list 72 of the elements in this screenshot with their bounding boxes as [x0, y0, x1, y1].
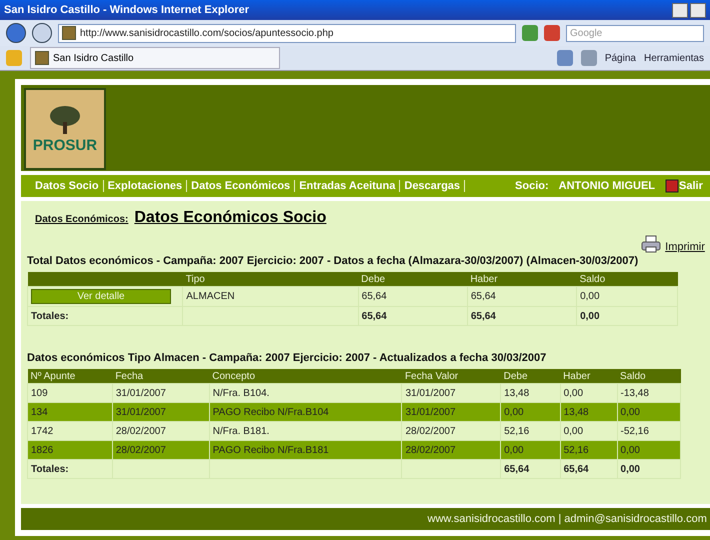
maximize-button[interactable]: [690, 2, 706, 18]
window-title: San Isidro Castillo - Windows Internet Explorer: [4, 4, 249, 16]
logo: PROSUR: [24, 88, 106, 170]
details-button[interactable]: Ver detalle: [31, 289, 171, 304]
column-header: Nº Apunte: [28, 369, 112, 384]
table-cell: 65,64: [467, 286, 577, 306]
column-header: Haber: [467, 272, 577, 286]
total-cell: 65,64: [560, 460, 618, 478]
table-cell: PAGO Recibo N/Fra.B181: [209, 440, 402, 460]
total-cell: 0,00: [576, 306, 678, 326]
table-cell: N/Fra. B104.: [209, 384, 402, 402]
table-cell: 31/01/2007: [112, 384, 210, 402]
nav-link[interactable]: Explotaciones: [104, 180, 188, 192]
table-cell: 65,64: [358, 286, 468, 306]
breadcrumb: Datos Económicos:: [35, 214, 128, 225]
address-field[interactable]: http://www.sanisidrocastillo.com/socios/apuntessocio.php: [58, 24, 516, 42]
table-cell: 1826: [28, 440, 112, 460]
total-label: Totales:: [28, 306, 183, 326]
site-icon: [35, 51, 49, 65]
minimize-button[interactable]: [672, 2, 688, 18]
table-cell: 28/02/2007: [402, 440, 501, 460]
total-label: Totales:: [28, 460, 112, 478]
table-cell: PAGO Recibo N/Fra.B104: [209, 402, 402, 422]
logout-icon[interactable]: [665, 179, 680, 193]
table-cell: 0,00: [500, 440, 560, 460]
tree-icon: [48, 104, 82, 134]
socio-label: Socio:: [515, 180, 549, 192]
column-header: Saldo: [617, 369, 680, 384]
logout-link[interactable]: Salir: [679, 180, 703, 192]
page-title: Datos Económicos Socio: [134, 209, 326, 227]
stop-button[interactable]: [544, 25, 560, 41]
table-cell: 0,00: [576, 286, 678, 306]
footer-text: www.sanisidrocastillo.com | admin@sanisidrocastillo.com: [428, 513, 707, 525]
column-header: Saldo: [576, 272, 678, 286]
site-icon: [62, 26, 76, 40]
table-cell: 28/02/2007: [112, 440, 210, 460]
nav-link[interactable]: Entradas Aceituna: [295, 180, 400, 192]
column-header: Concepto: [209, 369, 402, 384]
table-cell: 0,00: [617, 402, 680, 422]
toolbar-menu[interactable]: Página: [604, 52, 636, 64]
toolbar-menu[interactable]: Herramientas: [644, 52, 704, 64]
total-cell: 65,64: [467, 306, 577, 326]
forward-button[interactable]: [32, 23, 52, 43]
nav-link[interactable]: Datos Socio: [31, 180, 104, 192]
table-cell: 0,00: [617, 440, 680, 460]
table-cell: 31/01/2007: [112, 402, 210, 422]
nav-link[interactable]: Descargas: [400, 180, 466, 192]
browser-tab[interactable]: San Isidro Castillo: [30, 47, 280, 69]
user-name: ANTONIO MIGUEL: [558, 180, 656, 192]
section-title: Total Datos económicos - Campaña: 2007 Ejercicio: 2007 - Datos a fecha (Almazara-30/03/2007) (Almacen-30/03/2007): [27, 255, 640, 267]
print-link[interactable]: Imprimir: [665, 241, 705, 253]
table-cell: 52,16: [560, 440, 618, 460]
nav-link[interactable]: Datos Económicos: [187, 180, 296, 192]
back-button[interactable]: [6, 23, 26, 43]
section-title: Datos económicos Tipo Almacen - Campaña: 2007 Ejercicio: 2007 - Actualizados a fecha 30/03/2007: [27, 352, 548, 364]
column-header: Haber: [560, 369, 618, 384]
table-cell: 31/01/2007: [402, 384, 501, 402]
column-header: Debe: [500, 369, 560, 384]
table-cell: ALMACEN: [182, 286, 358, 306]
column-header: Tipo: [182, 272, 358, 286]
column-header: Fecha: [112, 369, 210, 384]
total-cell: 0,00: [617, 460, 680, 478]
total-cell: 65,64: [500, 460, 560, 478]
table-cell: 31/01/2007: [402, 402, 501, 422]
total-cell: 65,64: [358, 306, 468, 326]
table-cell: 13,48: [560, 402, 618, 422]
column-header: Debe: [358, 272, 468, 286]
column-header: Fecha Valor: [402, 369, 501, 384]
table-cell: 0,00: [500, 402, 560, 422]
table-cell: 109: [28, 384, 112, 402]
search-field[interactable]: Google: [566, 24, 704, 42]
table-cell: 134: [28, 402, 112, 422]
